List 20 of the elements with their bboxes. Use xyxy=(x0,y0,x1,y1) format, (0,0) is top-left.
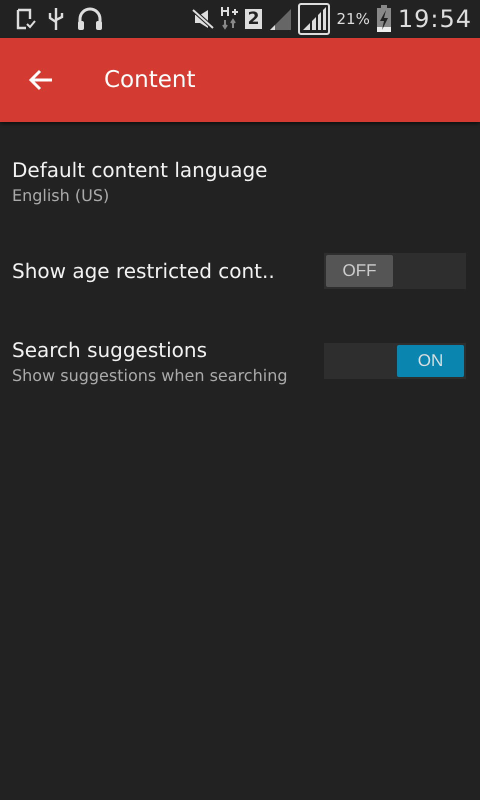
setting-title[interactable]: Show age restricted cont.. xyxy=(12,259,275,283)
setting-summary: English (US) xyxy=(12,186,110,204)
battery-percent: 21% xyxy=(336,10,370,28)
back-arrow-icon xyxy=(28,69,54,91)
sim-badge: 2 xyxy=(244,9,262,29)
setting-title[interactable]: Search suggestions xyxy=(12,338,288,362)
signal-icon xyxy=(268,7,292,31)
network-type-icon xyxy=(220,6,239,32)
clock-time: 19:54 xyxy=(398,5,472,33)
signal-icon xyxy=(298,3,330,35)
mute-icon xyxy=(190,8,215,30)
usb-icon xyxy=(48,7,64,31)
headphones-icon xyxy=(76,7,104,31)
screen-title: Content xyxy=(104,67,196,93)
setting-summary: Show suggestions when searching xyxy=(12,366,288,384)
toggle-label: ON xyxy=(397,345,464,377)
battery-charging-icon xyxy=(376,5,392,33)
toggle-switch[interactable]: OFF xyxy=(324,253,466,289)
toggle-label: OFF xyxy=(326,255,393,287)
setting-title[interactable]: Default content language xyxy=(12,158,268,182)
